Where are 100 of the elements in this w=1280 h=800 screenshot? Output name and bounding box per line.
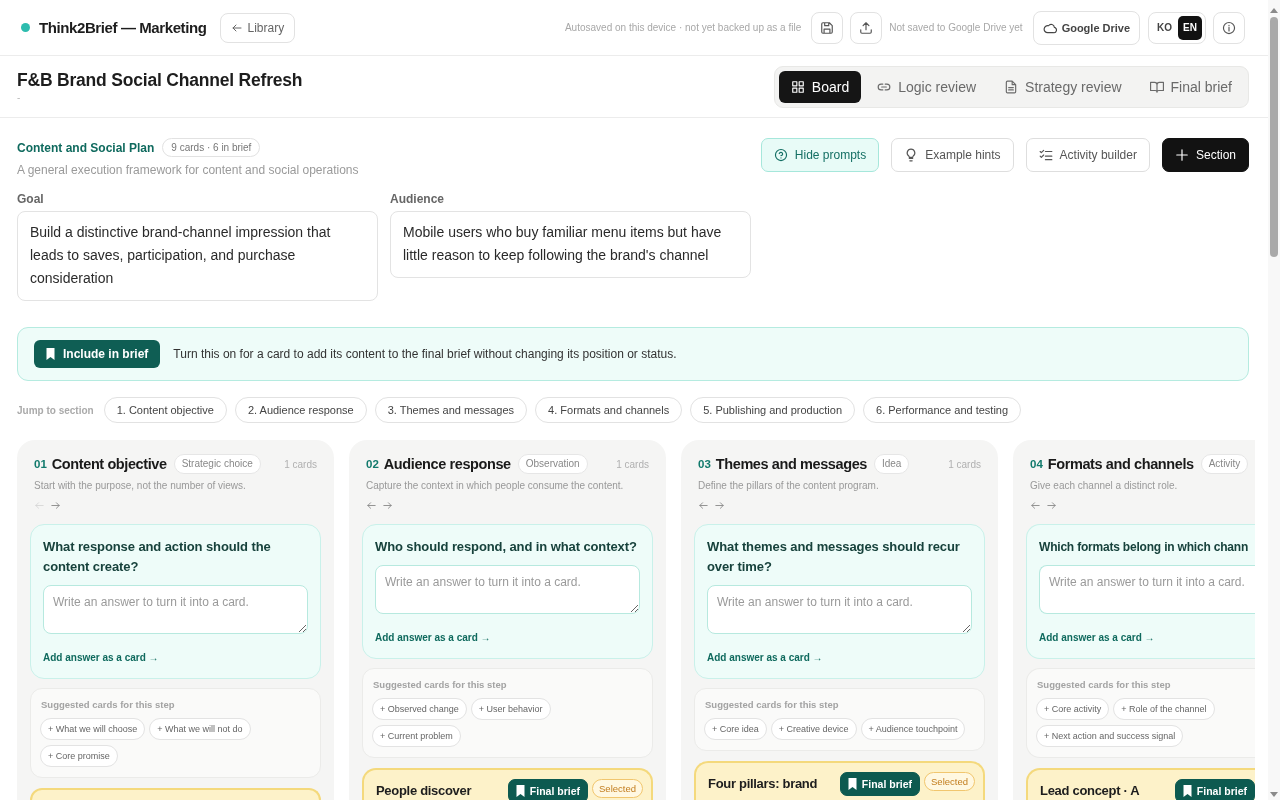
final-brief-toggle[interactable]: Final brief (839, 772, 920, 796)
arrow-right-icon[interactable] (50, 500, 61, 511)
field-label: Audience (390, 192, 445, 206)
suggestion-chip[interactable]: + Audience touchpoint (860, 718, 966, 740)
drive-status: Not saved to Google Drive yet (889, 22, 1023, 33)
info-button[interactable] (1213, 11, 1245, 44)
prompt-question: What response and action should the content create? (43, 538, 272, 576)
section-type-badge: Strategic choice (173, 454, 261, 474)
arrow-left-icon[interactable] (698, 500, 709, 511)
add-answer-link[interactable]: Add answer as a card → (375, 632, 491, 643)
google-drive-button[interactable]: Google Drive (1032, 10, 1141, 45)
save-button[interactable] (811, 11, 844, 44)
help-icon (773, 148, 788, 162)
scrollbar-thumb[interactable] (1270, 17, 1278, 257)
book-icon (1149, 79, 1164, 94)
project-title: F&B Brand Social Channel Refresh (17, 69, 303, 91)
add-answer-link[interactable]: Add answer as a card → (43, 652, 159, 663)
bookmark-icon (515, 785, 525, 797)
section-type-badge: Observation (517, 454, 588, 474)
document-icon (1004, 79, 1019, 94)
section-type-badge: Activity (1200, 454, 1249, 474)
arrow-left-icon[interactable] (366, 500, 377, 511)
view-tab[interactable]: Logic review (865, 70, 989, 103)
autosave-status: Autosaved on this device · not yet backed up as a file (564, 22, 802, 33)
suggestion-chip[interactable]: + Next action and success signal (1036, 725, 1184, 747)
section-description: Capture the context in which people consume the content. (365, 480, 625, 491)
card-title: Lead concept · A (1040, 782, 1141, 800)
section-link[interactable]: 3. Themes and messages (374, 397, 528, 423)
idea-card[interactable]: Four pillars: brand Final brief Selected (694, 761, 985, 800)
final-brief-toggle[interactable]: Final brief (507, 779, 588, 800)
library-button[interactable]: Library (219, 12, 296, 43)
idea-card[interactable]: People discover Final brief Selected (362, 768, 653, 800)
section-title: Themes and messages (715, 456, 867, 472)
include-in-brief-button[interactable]: Include in brief (34, 340, 161, 368)
answer-field[interactable]: Write an answer to turn it into a card. (375, 565, 640, 614)
section-number: 04 (1030, 458, 1043, 470)
section-description: Start with the purpose, not the number of views. (33, 480, 247, 491)
export-button[interactable] (850, 11, 883, 44)
section-link[interactable]: 5. Publishing and production (690, 397, 855, 423)
suggestion-chip[interactable]: + User behavior (470, 698, 551, 720)
hide-prompts-button[interactable]: Hide prompts (760, 138, 880, 172)
section-title: Content objective (51, 456, 167, 472)
idea-card[interactable]: Lead concept · A Final brief (1026, 768, 1255, 800)
answer-field[interactable]: Write an answer to turn it into a card. (1039, 565, 1255, 614)
section-type-badge: Idea (873, 454, 910, 474)
scroll-down-icon[interactable] (1270, 792, 1278, 797)
section-link[interactable]: 1. Content objective (103, 397, 227, 423)
prompt-question: Which formats belong in which chann (1039, 539, 1249, 556)
plus-icon (1174, 148, 1189, 162)
grid-icon (790, 79, 805, 94)
activity-builder-button[interactable]: Activity builder (1025, 138, 1150, 172)
logo-dot-icon (21, 23, 30, 32)
add-answer-link[interactable]: Add answer as a card → (707, 652, 823, 663)
add-answer-link[interactable]: Add answer as a card → (1039, 632, 1155, 643)
text-field[interactable]: Build a distinctive brand-channel impression that leads to saves, participation, and purchase consideration (17, 211, 378, 301)
bookmark-icon (1182, 785, 1192, 797)
language-option[interactable]: EN (1178, 15, 1202, 40)
section-number: 01 (34, 458, 47, 470)
suggestion-chip[interactable]: + Core activity (1036, 698, 1110, 720)
section-link[interactable]: 2. Audience response (234, 397, 367, 423)
text-field[interactable]: Mobile users who buy familiar menu items but have little reason to keep following the brand's channel (390, 211, 751, 278)
view-tab[interactable]: Strategy review (992, 70, 1134, 103)
answer-field[interactable]: Write an answer to turn it into a card. (707, 585, 972, 634)
bookmark-icon (847, 778, 857, 790)
scroll-up-icon[interactable] (1270, 8, 1278, 13)
language-option[interactable]: KO (1152, 15, 1178, 40)
answer-field[interactable]: Write an answer to turn it into a card. (43, 585, 308, 634)
arrow-right-icon[interactable] (1046, 500, 1057, 511)
suggestion-chip[interactable]: + Role of the channel (1113, 698, 1215, 720)
section-description: Give each channel a distinct role. (1029, 480, 1179, 491)
arrow-right-icon[interactable] (714, 500, 725, 511)
suggestion-chip[interactable]: + Current problem (372, 725, 461, 747)
suggestion-chip[interactable]: + What we will not do (149, 718, 251, 740)
checklist-icon (1038, 148, 1053, 162)
suggestions-label: Suggested cards for this step (1036, 679, 1172, 690)
info-icon (1222, 20, 1236, 35)
suggestions-label: Suggested cards for this step (40, 699, 176, 710)
add-section-button[interactable]: Section (1161, 138, 1249, 172)
arrow-right-icon[interactable] (382, 500, 393, 511)
plan-description: A general execution framework for content and social operations (17, 163, 359, 177)
plan-title: Content and Social Plan (17, 140, 155, 155)
card-title: People discover (376, 782, 473, 800)
suggestion-chip[interactable]: + Core promise (40, 745, 118, 767)
arrow-left-icon[interactable] (1030, 500, 1041, 511)
view-tab[interactable]: Board (778, 70, 862, 103)
suggestion-chip[interactable]: + Observed change (372, 698, 467, 720)
tip-text: Turn this on for a card to add its content to the final brief without changing its position or status. (173, 347, 677, 361)
view-tab[interactable]: Final brief (1137, 70, 1244, 103)
section-link[interactable]: 6. Performance and testing (863, 397, 1022, 423)
section-title: Formats and channels (1047, 456, 1194, 472)
example-hints-button[interactable]: Example hints (891, 138, 1014, 172)
section-card-count: 1 cards (284, 458, 317, 470)
prompt-question: What themes and messages should recur over time? (707, 538, 961, 576)
section-link[interactable]: 4. Formats and channels (535, 397, 683, 423)
suggestions-label: Suggested cards for this step (372, 679, 508, 690)
suggestion-chip[interactable]: + Creative device (770, 718, 857, 740)
scrollbar-track[interactable] (1268, 0, 1280, 800)
final-brief-toggle[interactable]: Final brief (1174, 779, 1255, 800)
suggestion-chip[interactable]: + Core idea (704, 718, 767, 740)
suggestion-chip[interactable]: + What we will choose (40, 718, 146, 740)
